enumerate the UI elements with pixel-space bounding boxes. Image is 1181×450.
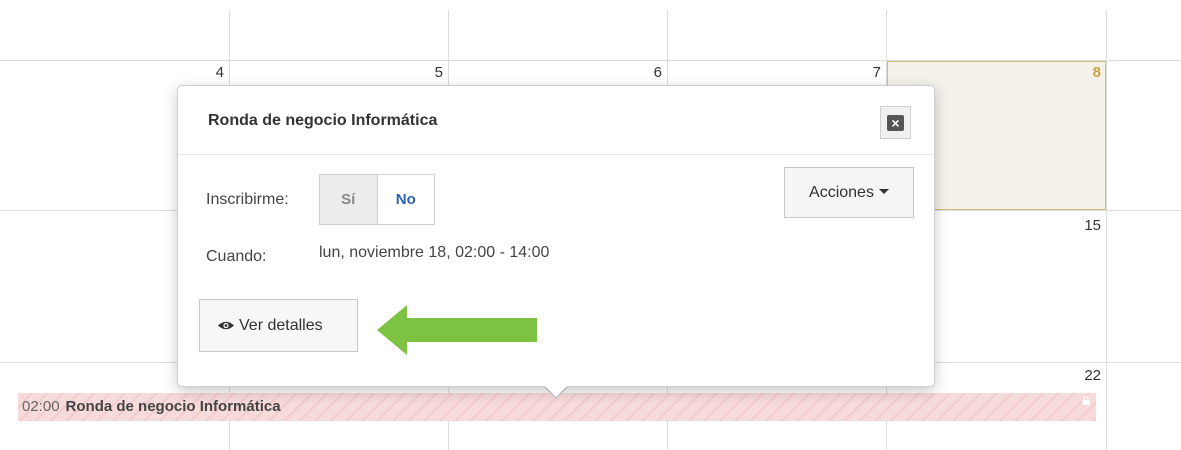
day-number-15[interactable]: 15 bbox=[1061, 217, 1101, 234]
enroll-label: Inscribirme: bbox=[206, 191, 289, 208]
close-button[interactable]: × bbox=[880, 106, 911, 139]
lock-icon bbox=[1082, 396, 1090, 405]
enroll-yes-option[interactable]: Sí bbox=[320, 175, 378, 224]
day-number-7[interactable]: 7 bbox=[841, 64, 881, 81]
enroll-no-option[interactable]: No bbox=[377, 175, 434, 224]
actions-label: Acciones bbox=[809, 184, 874, 201]
when-value: lun, noviembre 18, 02:00 - 14:00 bbox=[319, 244, 550, 261]
close-icon: × bbox=[887, 115, 904, 131]
day-number-22[interactable]: 22 bbox=[1061, 367, 1101, 384]
enroll-toggle[interactable]: Sí No bbox=[319, 174, 435, 225]
view-details-button[interactable]: Ver detalles bbox=[199, 299, 358, 352]
grid-line bbox=[1106, 10, 1107, 450]
caret-down-icon bbox=[878, 189, 889, 194]
day-number-6[interactable]: 6 bbox=[622, 64, 662, 81]
popover-title: Ronda de negocio Informática bbox=[208, 112, 438, 129]
view-details-label: Ver detalles bbox=[239, 317, 323, 334]
day-number-today[interactable]: 8 bbox=[1061, 64, 1101, 81]
day-number-4[interactable]: 4 bbox=[184, 64, 224, 81]
annotation-arrow-icon bbox=[377, 305, 537, 355]
popover-header: Ronda de negocio Informática × bbox=[178, 86, 934, 155]
actions-dropdown-button[interactable]: Acciones bbox=[784, 167, 914, 218]
event-time: 02:00 bbox=[22, 398, 60, 415]
eye-icon bbox=[218, 321, 234, 330]
popover-pointer-inner bbox=[544, 385, 568, 397]
when-label: Cuando: bbox=[206, 248, 267, 265]
event-popover: Ronda de negocio Informática × Inscribir… bbox=[177, 85, 935, 387]
day-number-5[interactable]: 5 bbox=[403, 64, 443, 81]
event-title: Ronda de negocio Informática bbox=[65, 398, 281, 415]
